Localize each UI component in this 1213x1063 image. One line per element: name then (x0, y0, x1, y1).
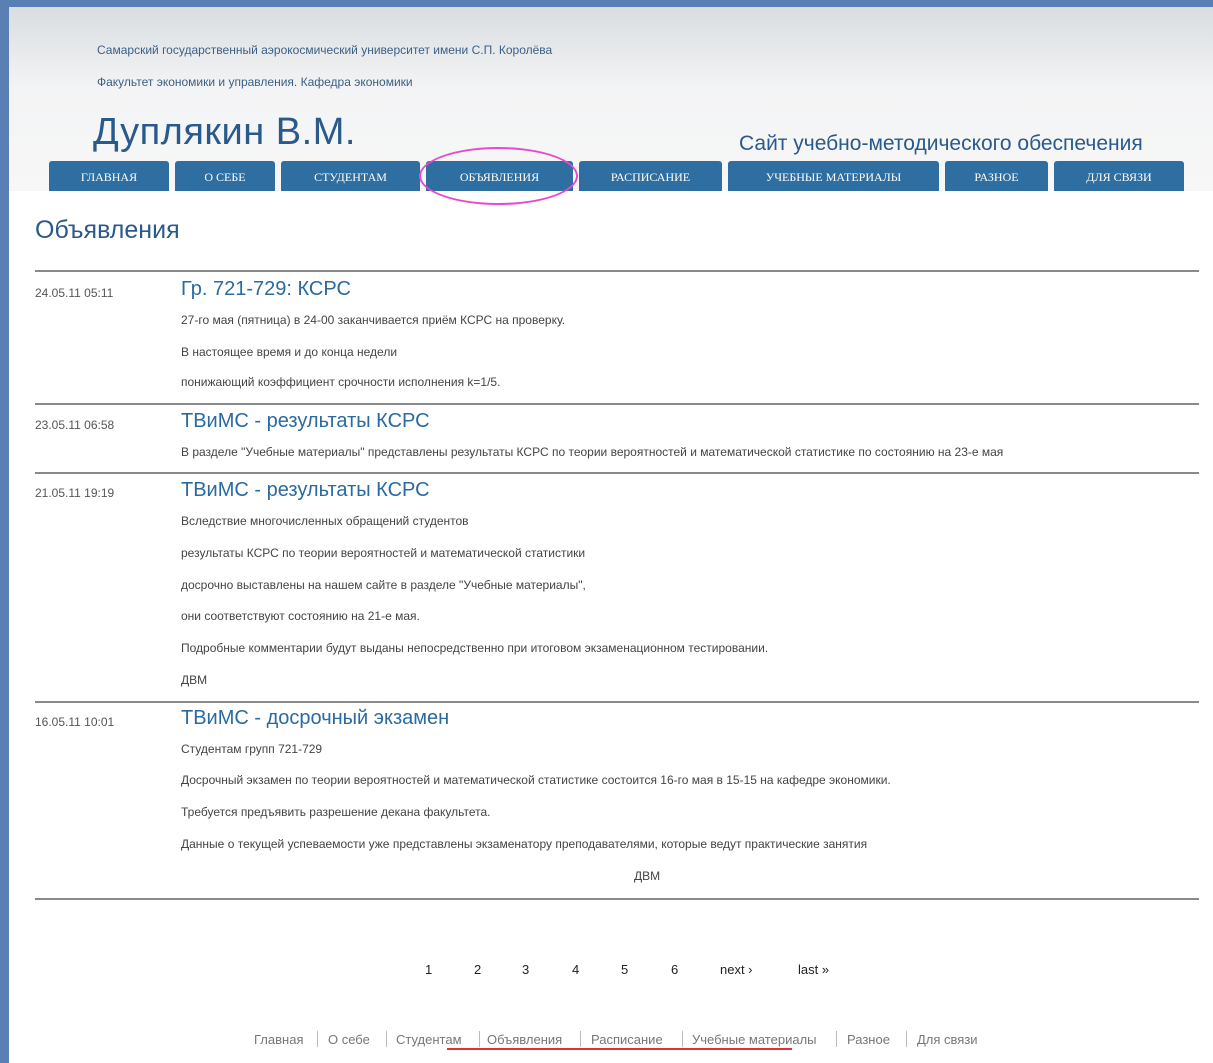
post-date: 23.05.11 06:58 (35, 418, 115, 432)
footer-link-misc[interactable]: Разное (847, 1032, 890, 1047)
pager-page-link[interactable]: 3 (522, 962, 529, 977)
window-left-border (0, 0, 9, 1063)
post-text-line: Требуется предъявить разрешение декана ф… (181, 805, 491, 819)
post-text-line: Данные о текущей успеваемости уже предст… (181, 837, 868, 851)
university-name: Самарский государственный аэрокосмически… (97, 43, 553, 57)
post-text-line: понижающий коэффициент срочности исполне… (181, 375, 501, 389)
post-divider (35, 403, 1199, 405)
nav-tab-materials[interactable]: УЧЕБНЫЕ МАТЕРИАЛЫ (728, 161, 939, 191)
faculty-name: Факультет экономики и управления. Кафедр… (97, 75, 413, 89)
footer-link-contact[interactable]: Для связи (917, 1032, 978, 1047)
nav-tab-students[interactable]: СТУДЕНТАМ (281, 161, 420, 191)
footer-link-home[interactable]: Главная (254, 1032, 303, 1047)
post-text-line: Подробные комментарии будут выданы непос… (181, 641, 769, 655)
post-text-line: В настоящее время и до конца недели (181, 345, 398, 359)
post-text-line: 27-го мая (пятница) в 24-00 заканчиваетс… (181, 313, 566, 327)
pager-page-current: 1 (425, 962, 433, 977)
post-title-link[interactable]: Гр. 721-729: КСРС (181, 278, 351, 301)
post-text-line: Досрочный экзамен по теории вероятностей… (181, 773, 891, 787)
footer-separator (682, 1031, 683, 1047)
post-signature: ДВМ (634, 869, 661, 883)
footer-separator (479, 1031, 480, 1047)
window-top-border (0, 0, 1213, 7)
pager-page-link[interactable]: 6 (671, 962, 678, 977)
post-text-line: ДВМ (181, 673, 208, 687)
footer-separator (317, 1031, 318, 1047)
post-text-line: Вследствие многочисленных обращений студ… (181, 514, 469, 528)
post-text-line: результаты КСРС по теории вероятностей и… (181, 546, 586, 560)
nav-tab-schedule[interactable]: РАСПИСАНИЕ (579, 161, 722, 191)
site-tagline: Сайт учебно-методического обеспечения (739, 132, 1143, 155)
footer-separator (580, 1031, 581, 1047)
footer-link-about[interactable]: О себе (328, 1032, 370, 1047)
pager-next-link[interactable]: next › (720, 962, 753, 977)
post-title-link[interactable]: ТВиМС - досрочный экзамен (181, 707, 449, 730)
footer-separator (386, 1031, 387, 1047)
post-text-line: В разделе "Учебные материалы" представле… (181, 445, 1004, 459)
post-text-line: досрочно выставлены на нашем сайте в раз… (181, 578, 586, 592)
nav-tab-misc[interactable]: РАЗНОЕ (945, 161, 1048, 191)
nav-tab-home[interactable]: ГЛАВНАЯ (49, 161, 169, 191)
post-divider (35, 701, 1199, 703)
post-title-link[interactable]: ТВиМС - результаты КСРС (181, 410, 430, 433)
pager-page-link[interactable]: 5 (621, 962, 628, 977)
footer-annotation-underline (447, 1048, 792, 1050)
post-date: 16.05.11 10:01 (35, 715, 115, 729)
page-title: Объявления (35, 216, 180, 244)
footer-link-materials[interactable]: Учебные материалы (692, 1032, 817, 1047)
nav-tab-announcements[interactable]: ОБЪЯВЛЕНИЯ (426, 161, 573, 191)
footer-separator (836, 1031, 837, 1047)
post-divider (35, 472, 1199, 474)
footer-link-schedule[interactable]: Расписание (591, 1032, 663, 1047)
footer-separator (906, 1031, 907, 1047)
post-date: 24.05.11 05:11 (35, 286, 114, 300)
nav-tab-about[interactable]: О СЕБЕ (175, 161, 275, 191)
post-text-line: Студентам групп 721-729 (181, 742, 323, 756)
main-nav: ГЛАВНАЯ О СЕБЕ СТУДЕНТАМ ОБЪЯВЛЕНИЯ РАСП… (0, 161, 1213, 191)
footer-link-students[interactable]: Студентам (396, 1032, 462, 1047)
pager-page-link[interactable]: 4 (572, 962, 579, 977)
nav-tab-contact[interactable]: ДЛЯ СВЯЗИ (1054, 161, 1184, 191)
post-text-line: они соответствуют состоянию на 21-е мая. (181, 609, 420, 623)
pager-last-link[interactable]: last » (798, 962, 829, 977)
post-divider (35, 270, 1199, 272)
footer-link-announcements[interactable]: Объявления (487, 1032, 562, 1047)
post-date: 21.05.11 19:19 (35, 486, 115, 500)
pager-page-link[interactable]: 2 (474, 962, 481, 977)
post-divider (35, 898, 1199, 900)
site-name[interactable]: Дуплякин В.М. (93, 111, 356, 154)
post-title-link[interactable]: ТВиМС - результаты КСРС (181, 479, 430, 502)
